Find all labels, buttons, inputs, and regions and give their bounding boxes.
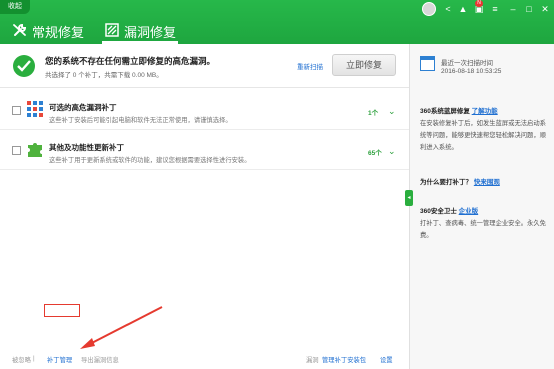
tab-label: 常规修复 [32, 24, 85, 40]
patch-group-count: 65个 [368, 150, 382, 157]
tab-label: 漏洞修复 [124, 24, 177, 40]
footer-bar: 被忽略 | 补丁管理 导出漏洞信息 漏洞 管理补丁安装包 设置 [0, 351, 409, 369]
footer-prefix: 漏洞 [306, 357, 319, 364]
ignored-link[interactable]: 被忽略 [12, 355, 31, 364]
patch-group-row[interactable]: 其他及功能性更新补丁 这些补丁用于更新系统或软件的功能，建议您根据需要选择性进行… [0, 132, 409, 170]
calendar-icon [420, 56, 435, 71]
rescan-link[interactable]: 重新扫描 [297, 61, 323, 71]
highlight-box [44, 304, 80, 317]
chevron-down-icon[interactable]: ⌄ [388, 106, 396, 117]
last-scan-time: 2016-08-18 10:53:25 [441, 68, 502, 75]
patch-group-title: 其他及功能性更新补丁 [49, 143, 124, 152]
info-sidebar: 最近一次扫描时间 2016-08-18 10:53:25 360系统蓝屏修复 了… [409, 44, 554, 369]
enterprise-description: 打补丁、查病毒、统一管理企业安全。永久免费。 [420, 220, 546, 239]
export-info-link[interactable]: 导出漏洞信息 [81, 355, 119, 364]
share-icon[interactable]: < [441, 3, 455, 15]
bluescreen-description: 在安装修复补丁后，如发生蓝屏或无法启动系统等问题，能够更快速帮您轻松解决问题，顺… [420, 120, 546, 151]
maximize-icon[interactable]: □ [522, 3, 536, 15]
enterprise-link[interactable]: 企业版 [459, 208, 479, 215]
why-patch-heading: 为什么要打补丁？ 快来围观 [420, 176, 500, 186]
patch-group-count: 1个 [368, 110, 379, 117]
header-bar: 收起 常规修复 漏洞修复 < ▲ ▣ N ≡ – □ ✕ [0, 0, 554, 44]
last-scan-label: 最近一次扫描时间 [441, 60, 493, 67]
why-patch-title: 为什么要打补丁？ [420, 179, 472, 186]
patch-management-link[interactable]: 补丁管理 [47, 355, 72, 364]
footer-divider: | [33, 355, 35, 362]
manage-packages-link[interactable]: 管理补丁安装包 [322, 355, 366, 364]
enterprise-title: 360安全卫士 [420, 208, 457, 215]
patch-group-checkbox[interactable] [12, 106, 21, 115]
tab-regular-repair[interactable]: 常规修复 [12, 20, 84, 42]
wrench-icon [12, 22, 28, 41]
patch-group-checkbox[interactable] [12, 146, 21, 155]
collapse-button[interactable]: 收起 [0, 0, 30, 14]
summary-subtitle: 共选择了 0 个补丁，共需下载 0.00 MB。 [45, 72, 163, 79]
chevron-down-icon[interactable]: ⌄ [388, 146, 396, 157]
patch-icon [104, 22, 120, 41]
minimize-icon[interactable]: – [506, 3, 520, 15]
close-icon[interactable]: ✕ [538, 3, 552, 15]
why-patch-link[interactable]: 快来围观 [474, 179, 500, 186]
checkmark-icon [13, 55, 35, 77]
bluescreen-heading: 360系统蓝屏修复 了解功能 [420, 105, 498, 115]
windows-grid-icon [26, 100, 44, 118]
fix-now-button[interactable]: 立即修复 [332, 54, 396, 76]
summary-section: 您的系统不存在任何需立即修复的高危漏洞。 共选择了 0 个补丁，共需下载 0.0… [0, 44, 409, 88]
enterprise-heading: 360安全卫士 企业版 [420, 205, 478, 215]
avatar[interactable] [422, 2, 436, 16]
tab-vulnerability-repair[interactable]: 漏洞修复 [104, 20, 176, 42]
learn-feature-link[interactable]: 了解功能 [472, 108, 498, 115]
bluescreen-title: 360系统蓝屏修复 [420, 108, 470, 115]
menu-icon[interactable]: ≡ [488, 3, 502, 15]
summary-title: 您的系统不存在任何需立即修复的高危漏洞。 [45, 56, 216, 66]
main-panel: 您的系统不存在任何需立即修复的高危漏洞。 共选择了 0 个补丁，共需下载 0.0… [0, 44, 409, 369]
patch-group-row[interactable]: 可选的高危漏洞补丁 这些补丁安装后可能引起电脑和软件无法正常使用，请谨慎选择。 … [0, 92, 409, 130]
patch-group-title: 可选的高危漏洞补丁 [49, 103, 117, 112]
sidebar-toggle-handle[interactable]: ◂ [405, 190, 413, 206]
puzzle-icon [26, 140, 44, 158]
skin-icon[interactable]: ▲ [456, 3, 470, 15]
notification-badge: N [475, 0, 483, 7]
patch-group-description: 这些补丁用于更新系统或软件的功能，建议您根据需要选择性进行安装。 [49, 157, 251, 164]
settings-link[interactable]: 设置 [380, 355, 393, 364]
patch-group-description: 这些补丁安装后可能引起电脑和软件无法正常使用，请谨慎选择。 [49, 117, 232, 124]
